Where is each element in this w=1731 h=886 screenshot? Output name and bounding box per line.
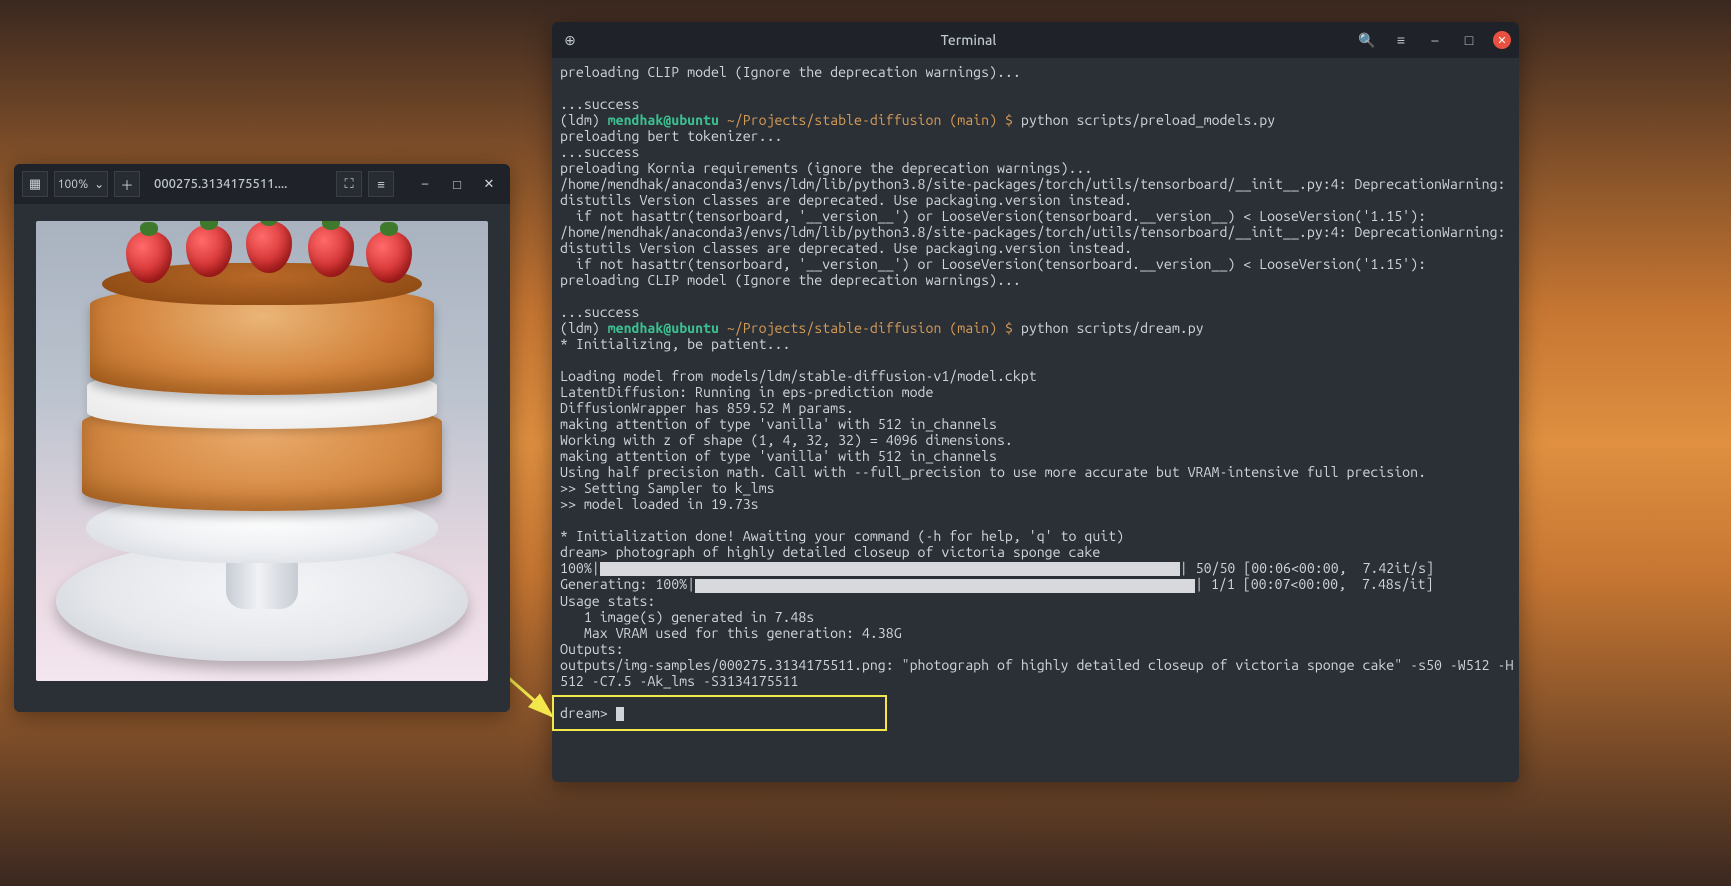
terminal-line: preloading Kornia requirements (ignore t… xyxy=(560,160,1092,176)
generated-image xyxy=(36,221,488,681)
image-file-title: 000275.3134175511.... xyxy=(146,177,330,191)
terminal-line: >> Setting Sampler to k_lms xyxy=(560,480,775,496)
close-button[interactable]: ✕ xyxy=(1493,31,1511,49)
terminal-line: ...success xyxy=(560,144,639,160)
terminal-line: preloading CLIP model (Ignore the deprec… xyxy=(560,272,1021,288)
terminal-line: making attention of type 'vanilla' with … xyxy=(560,416,997,432)
progress-bar xyxy=(695,579,1195,593)
maximize-button[interactable]: □ xyxy=(444,171,470,197)
progress-bar xyxy=(600,562,1180,576)
terminal-line: 512 -C7.5 -Ak_lms -S3134175511 xyxy=(560,673,798,689)
terminal-line: Using half precision math. Call with --f… xyxy=(560,464,1426,480)
zoom-level: 100% xyxy=(58,178,88,191)
terminal-line: Loading model from models/ldm/stable-dif… xyxy=(560,368,1037,384)
terminal-line: distutils Version classes are deprecated… xyxy=(560,192,1132,208)
terminal-line: preloading bert tokenizer... xyxy=(560,128,782,144)
search-icon[interactable]: 🔍 xyxy=(1357,30,1377,50)
terminal-line: preloading CLIP model (Ignore the deprec… xyxy=(560,64,1021,80)
terminal-line: dream> photograph of highly detailed clo… xyxy=(560,544,1100,560)
image-viewer-body xyxy=(14,204,510,712)
terminal-window: ⊕ Terminal 🔍 ≡ – □ ✕ preloading CLIP mod… xyxy=(552,22,1519,782)
zoom-in-icon[interactable]: ＋ xyxy=(114,171,140,197)
terminal-line: * Initializing, be patient... xyxy=(560,336,790,352)
terminal-line: Max VRAM used for this generation: 4.38G xyxy=(560,625,902,641)
maximize-button[interactable]: □ xyxy=(1459,30,1479,50)
terminal-line: if not hasattr(tensorboard, '__version__… xyxy=(560,256,1426,272)
terminal-line: distutils Version classes are deprecated… xyxy=(560,240,1132,256)
fullscreen-icon[interactable]: ⛶ xyxy=(336,171,362,197)
prompt-path: ~/Projects/stable-diffusion xyxy=(727,320,942,336)
prompt-env: (ldm) xyxy=(560,320,600,336)
chevron-down-icon: ⌄ xyxy=(94,177,104,191)
output-path: outputs/img-samples/000275.3134175511.pn… xyxy=(560,657,894,673)
terminal-line: LatentDiffusion: Running in eps-predicti… xyxy=(560,384,933,400)
zoom-dropdown[interactable]: 100% ⌄ xyxy=(54,171,108,197)
hamburger-menu-icon[interactable]: ≡ xyxy=(368,171,394,197)
prompt-branch: (main) xyxy=(949,112,997,128)
prompt-branch: (main) xyxy=(949,320,997,336)
terminal-body[interactable]: preloading CLIP model (Ignore the deprec… xyxy=(552,58,1519,782)
terminal-line: Outputs: xyxy=(560,641,624,657)
terminal-line: 1 image(s) generated in 7.48s xyxy=(560,609,814,625)
terminal-title: Terminal xyxy=(580,32,1357,48)
prompt-path: ~/Projects/stable-diffusion xyxy=(727,112,942,128)
terminal-line: if not hasattr(tensorboard, '__version__… xyxy=(560,208,1426,224)
terminal-line: Usage stats: xyxy=(560,593,655,609)
terminal-line: DiffusionWrapper has 859.52 M params. xyxy=(560,400,854,416)
dream-prompt[interactable]: dream> xyxy=(560,705,616,721)
terminal-line: making attention of type 'vanilla' with … xyxy=(560,448,997,464)
image-viewer-titlebar: ▦ 100% ⌄ ＋ 000275.3134175511.... ⛶ ≡ – □… xyxy=(14,164,510,204)
terminal-titlebar: ⊕ Terminal 🔍 ≡ – □ ✕ xyxy=(552,22,1519,58)
terminal-line: Working with z of shape (1, 4, 32, 32) =… xyxy=(560,432,1013,448)
close-button[interactable]: ✕ xyxy=(476,171,502,197)
terminal-line: "photograph of highly detailed closeup o… xyxy=(894,657,1514,673)
terminal-line: >> model loaded in 19.73s xyxy=(560,496,759,512)
grid-view-icon[interactable]: ▦ xyxy=(22,171,48,197)
image-viewer-window: ▦ 100% ⌄ ＋ 000275.3134175511.... ⛶ ≡ – □… xyxy=(14,164,510,712)
terminal-line: * Initialization done! Awaiting your com… xyxy=(560,528,1124,544)
prompt-symbol: $ xyxy=(1005,112,1013,128)
prompt-userhost: mendhak@ubuntu xyxy=(608,320,719,336)
new-tab-icon[interactable]: ⊕ xyxy=(560,30,580,50)
progress-label: 100%| xyxy=(560,560,600,576)
cursor-icon xyxy=(616,707,624,721)
terminal-line: ...success xyxy=(560,304,639,320)
prompt-symbol: $ xyxy=(1005,320,1013,336)
terminal-line: /home/mendhak/anaconda3/envs/ldm/lib/pyt… xyxy=(560,224,1505,240)
prompt-env: (ldm) xyxy=(560,112,600,128)
progress-stats: | 1/1 [00:07<00:00, 7.48s/it] xyxy=(1195,576,1433,592)
terminal-command: python scripts/dream.py xyxy=(1021,320,1204,336)
progress-stats: | 50/50 [00:06<00:00, 7.42it/s] xyxy=(1180,560,1434,576)
progress-label: Generating: 100%| xyxy=(560,576,695,592)
hamburger-menu-icon[interactable]: ≡ xyxy=(1391,30,1411,50)
prompt-userhost: mendhak@ubuntu xyxy=(608,112,719,128)
terminal-command: python scripts/preload_models.py xyxy=(1021,112,1275,128)
terminal-line: ...success xyxy=(560,96,639,112)
minimize-button[interactable]: – xyxy=(412,171,438,197)
minimize-button[interactable]: – xyxy=(1425,30,1445,50)
terminal-line: /home/mendhak/anaconda3/envs/ldm/lib/pyt… xyxy=(560,176,1505,192)
